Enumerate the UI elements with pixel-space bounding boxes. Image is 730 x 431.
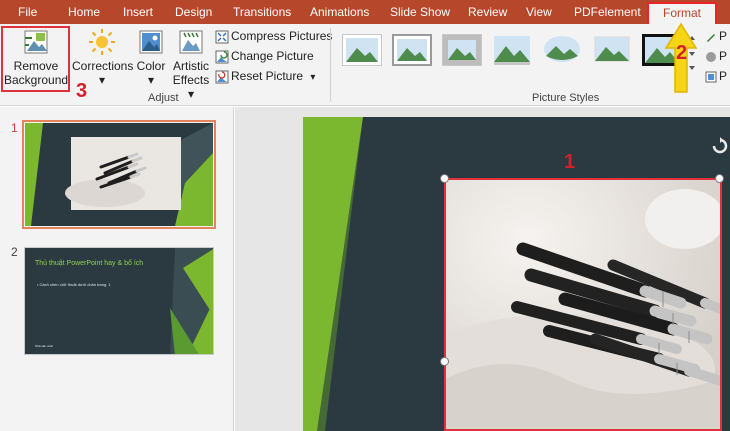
- corrections-label: Corrections: [72, 59, 134, 73]
- slide-thumbnail-2[interactable]: Thủ thuật PowerPoint hay & bổ ích • Cách…: [24, 247, 214, 355]
- corrections-dropdown-arrow: ▾: [98, 73, 106, 87]
- picture-layout-label-partial: P: [719, 69, 728, 83]
- annotation-step-1: 1: [564, 151, 576, 173]
- slide-1-preview: [25, 123, 213, 226]
- color-icon: [139, 30, 163, 54]
- picture-style-3-preview: [448, 40, 476, 60]
- remove-background-highlight: [1, 26, 70, 92]
- tab-format[interactable]: Format: [647, 2, 718, 24]
- tab-design[interactable]: Design: [175, 0, 212, 24]
- tab-pdfelement[interactable]: PDFelement: [574, 0, 641, 24]
- tab-slide-show[interactable]: Slide Show: [390, 0, 450, 24]
- slide-thumbnail-1[interactable]: [25, 123, 213, 226]
- picture-style-5-preview: [544, 36, 580, 62]
- picture-style-1-preview: [346, 38, 378, 62]
- artistic-effects-dropdown-arrow: ▾: [187, 87, 195, 101]
- change-picture-icon: [215, 50, 229, 64]
- change-picture-button[interactable]: Change Picture: [215, 46, 314, 66]
- tab-view[interactable]: View: [526, 0, 552, 24]
- corrections-button[interactable]: Corrections ▾: [72, 28, 134, 87]
- picture-style-6[interactable]: [592, 34, 632, 66]
- selected-picture-highlight: [444, 178, 722, 431]
- picture-style-5[interactable]: [542, 34, 582, 66]
- picture-effects-label-partial: P: [719, 49, 728, 63]
- artistic-effects-icon: [179, 30, 203, 54]
- picture-effects-icon: [706, 51, 716, 62]
- picture-style-4-preview: [494, 36, 530, 65]
- picture-layout-button[interactable]: P: [705, 66, 727, 86]
- annotation-step-2: 2: [676, 42, 688, 64]
- reset-picture-dropdown-arrow[interactable]: ▾: [310, 72, 315, 83]
- picture-border-label-partial: P: [719, 29, 728, 43]
- rotate-handle-icon[interactable]: [711, 137, 729, 155]
- color-dropdown-arrow: ▾: [147, 73, 155, 87]
- color-button[interactable]: Color ▾: [134, 28, 168, 87]
- picture-style-1[interactable]: [342, 34, 382, 66]
- adjust-group-label: Adjust: [148, 92, 179, 104]
- picture-styles-group-label: Picture Styles: [532, 92, 600, 104]
- ribbon-group-divider: [330, 28, 331, 102]
- compress-pictures-label: Compress Pictures: [231, 29, 333, 43]
- picture-border-button[interactable]: P: [705, 26, 727, 46]
- ribbon: Remove Background 3 Corrections ▾ Color …: [0, 22, 730, 106]
- picture-layout-icon: [705, 71, 717, 83]
- slide-2-number: 2: [11, 245, 18, 259]
- sun-icon: [89, 29, 115, 55]
- slide-1-number: 1: [11, 121, 18, 135]
- pen-icon: [707, 33, 715, 42]
- reset-picture-label: Reset Picture: [231, 69, 304, 83]
- tab-transitions[interactable]: Transitions: [233, 0, 291, 24]
- compress-pictures-button[interactable]: Compress Pictures: [215, 26, 332, 46]
- tab-insert[interactable]: Insert: [123, 0, 153, 24]
- tab-file[interactable]: File: [18, 0, 37, 24]
- reset-picture-icon: [215, 70, 229, 84]
- picture-style-3[interactable]: [442, 34, 482, 66]
- ribbon-tab-bar: File Home Insert Design Transitions Anim…: [0, 0, 730, 24]
- picture-style-4[interactable]: [492, 34, 532, 66]
- resize-handle-top-right[interactable]: [715, 174, 724, 183]
- picture-effects-button[interactable]: P: [705, 46, 727, 66]
- slide-editor: 1: [235, 107, 730, 431]
- slide-2-bullet: • Cách chèn chữ thuật dưới chân trang. 1: [37, 282, 111, 287]
- resize-handle-top-left[interactable]: [440, 174, 449, 183]
- tab-home[interactable]: Home: [68, 0, 100, 24]
- reset-picture-button[interactable]: Reset Picture ▾: [215, 66, 315, 86]
- resize-handle-middle-left[interactable]: [440, 357, 449, 366]
- artistic-effects-button[interactable]: Artistic Effects ▾: [170, 28, 212, 101]
- color-label: Color: [136, 59, 166, 73]
- artistic-effects-label-line1: Artistic: [173, 59, 209, 73]
- compress-icon: [215, 30, 229, 44]
- tab-review[interactable]: Review: [468, 0, 507, 24]
- slide-thumbnails-pane: 1 2 Thủ thuật PowerPoint hay & bổ ích • …: [0, 107, 234, 431]
- picture-style-6-preview: [594, 36, 630, 62]
- picture-style-2-preview: [397, 39, 427, 61]
- change-picture-label: Change Picture: [231, 49, 314, 63]
- tab-animations[interactable]: Animations: [310, 0, 369, 24]
- picture-style-2[interactable]: [392, 34, 432, 66]
- slide-2-title: Thủ thuật PowerPoint hay & bổ ích: [35, 260, 144, 267]
- slide-2-footer: Nhà sản xuất: [35, 344, 53, 348]
- artistic-effects-label-line2-text: Effects: [172, 73, 210, 87]
